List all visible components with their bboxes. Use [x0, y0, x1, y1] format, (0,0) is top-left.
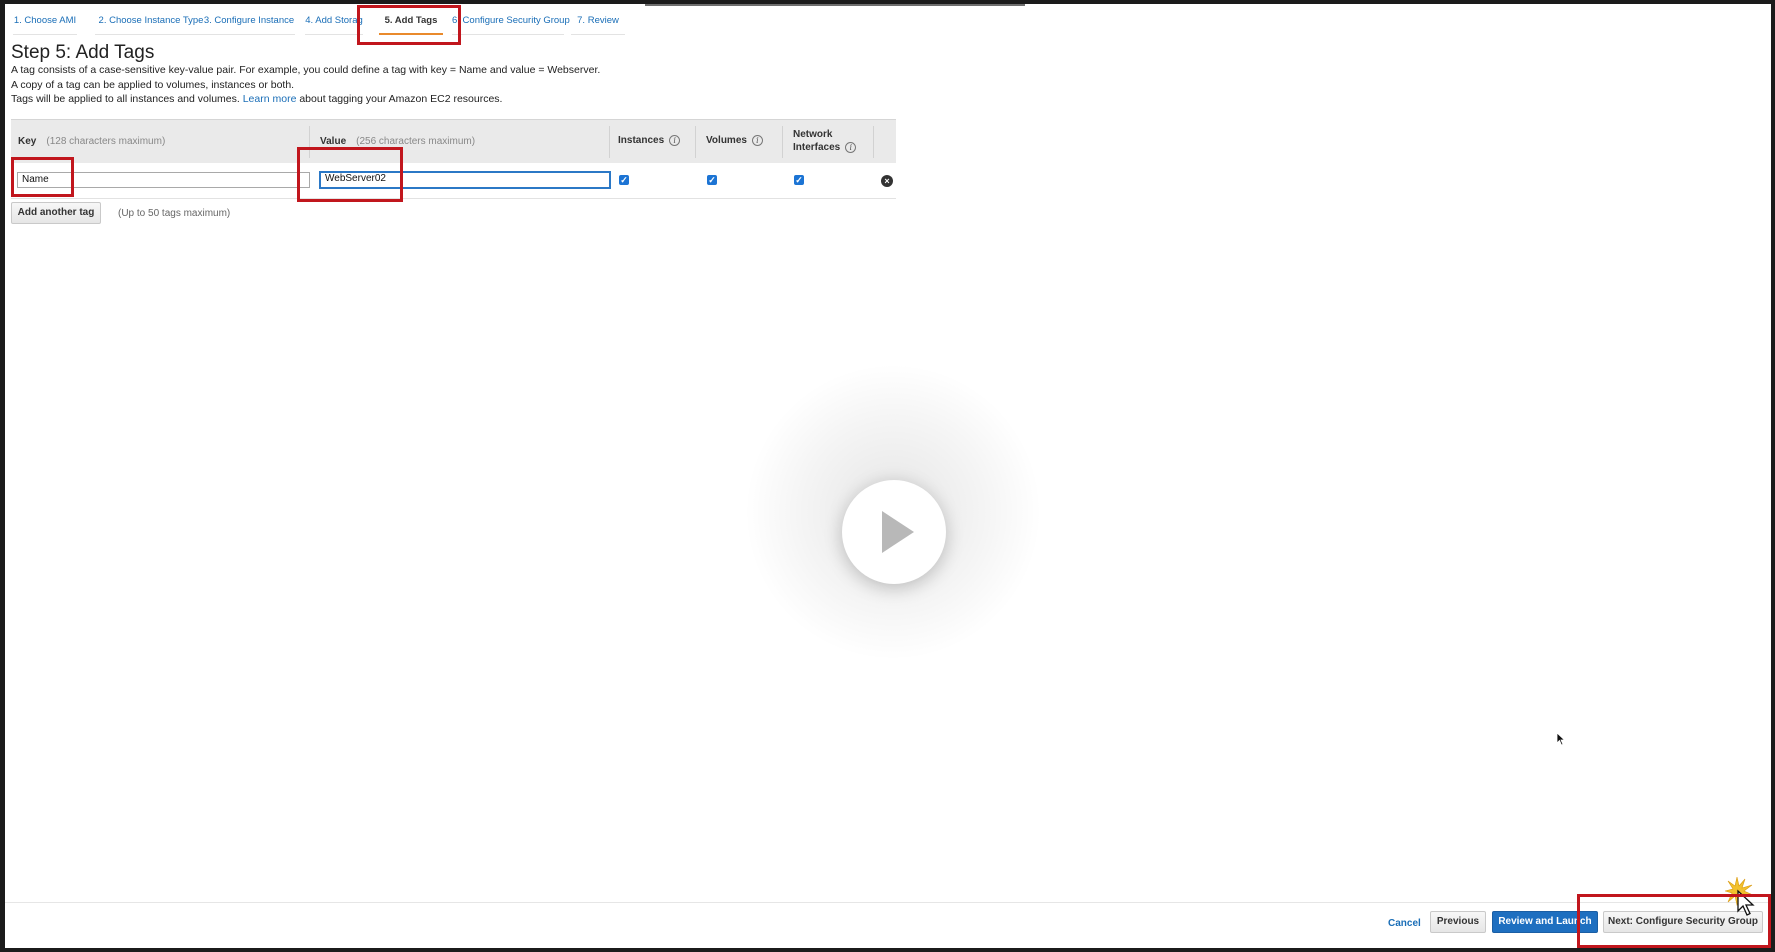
volumes-header-label: Volumes — [706, 135, 747, 147]
previous-button[interactable]: Previous — [1430, 911, 1486, 933]
column-divider — [695, 126, 696, 158]
tab-configure-instance[interactable]: 3. Configure Instance — [203, 11, 295, 35]
network-header-line-1: Network — [793, 129, 833, 140]
key-header-hint: (128 characters maximum) — [46, 136, 166, 147]
info-circle-icon[interactable]: i — [845, 141, 857, 153]
value-header-label: Value — [320, 136, 347, 147]
network-header-line-2: Interfaces — [793, 142, 841, 153]
tags-table-header: Key (128 characters maximum) Value (256 ch… — [11, 119, 896, 163]
column-divider — [609, 126, 610, 158]
learn-more-link[interactable]: Learn more — [243, 93, 297, 105]
screen: 1. Choose AMI 2. Choose Instance Type 3.… — [5, 4, 1771, 948]
description-line-3: Tags will be applied to all instances an… — [11, 93, 502, 105]
info-circle-icon[interactable]: i — [751, 135, 763, 146]
table-row: Name WebServer02 ✓ ✓ ✓ × — [11, 163, 896, 199]
column-divider — [309, 126, 310, 158]
description-line-3-prefix: Tags will be applied to all instances an… — [11, 93, 240, 105]
tag-key-input[interactable]: Name — [17, 172, 310, 188]
column-divider — [873, 126, 874, 158]
add-another-tag-button[interactable]: Add another tag — [11, 202, 101, 224]
instances-checkbox[interactable]: ✓ — [619, 175, 629, 185]
key-header-label: Key — [18, 136, 37, 147]
network-interfaces-column-header: Network Interfaces i — [793, 128, 857, 154]
description-line-2: A copy of a tag can be applied to volume… — [11, 79, 295, 91]
description-line-3-suffix: about tagging your Amazon EC2 resources. — [299, 93, 503, 105]
value-header-hint: (256 characters maximum) — [356, 136, 476, 147]
cancel-link[interactable]: Cancel — [1388, 918, 1421, 929]
volumes-column-header: Volumes i — [706, 135, 763, 146]
description-line-1: A tag consists of a case-sensitive key-v… — [11, 64, 601, 76]
tab-choose-instance-type[interactable]: 2. Choose Instance Type — [95, 11, 207, 35]
value-column-header: Value (256 characters maximum) — [320, 136, 475, 147]
info-circle-icon[interactable]: i — [669, 135, 681, 146]
tag-value-input[interactable]: WebServer02 — [319, 171, 611, 189]
remove-circle-icon[interactable]: × — [881, 175, 893, 187]
click-burst-icon — [1725, 877, 1755, 916]
instances-column-header: Instances i — [618, 135, 681, 147]
tab-add-storage[interactable]: 4. Add Storag — [305, 11, 363, 35]
review-and-launch-button[interactable]: Review and Launch — [1492, 911, 1598, 933]
tab-add-tags[interactable]: 5. Add Tags — [379, 11, 443, 35]
tab-configure-security-group[interactable]: 6. Configure Security Group — [452, 11, 570, 35]
play-icon — [882, 511, 914, 553]
key-column-header: Key (128 characters maximum) — [18, 136, 165, 147]
instances-header-label: Instances — [618, 135, 665, 147]
volumes-checkbox[interactable]: ✓ — [707, 175, 717, 185]
footer-divider — [5, 902, 1771, 903]
page-title: Step 5: Add Tags — [11, 42, 155, 63]
tab-choose-ami[interactable]: 1. Choose AMI — [13, 11, 77, 35]
mouse-pointer-icon — [1556, 732, 1566, 746]
column-divider — [782, 126, 783, 158]
network-interfaces-checkbox[interactable]: ✓ — [794, 175, 804, 185]
play-button[interactable] — [842, 480, 946, 584]
top-progress-line — [645, 4, 1025, 6]
tag-limit-note: (Up to 50 tags maximum) — [118, 208, 231, 219]
tab-review[interactable]: 7. Review — [571, 11, 625, 35]
